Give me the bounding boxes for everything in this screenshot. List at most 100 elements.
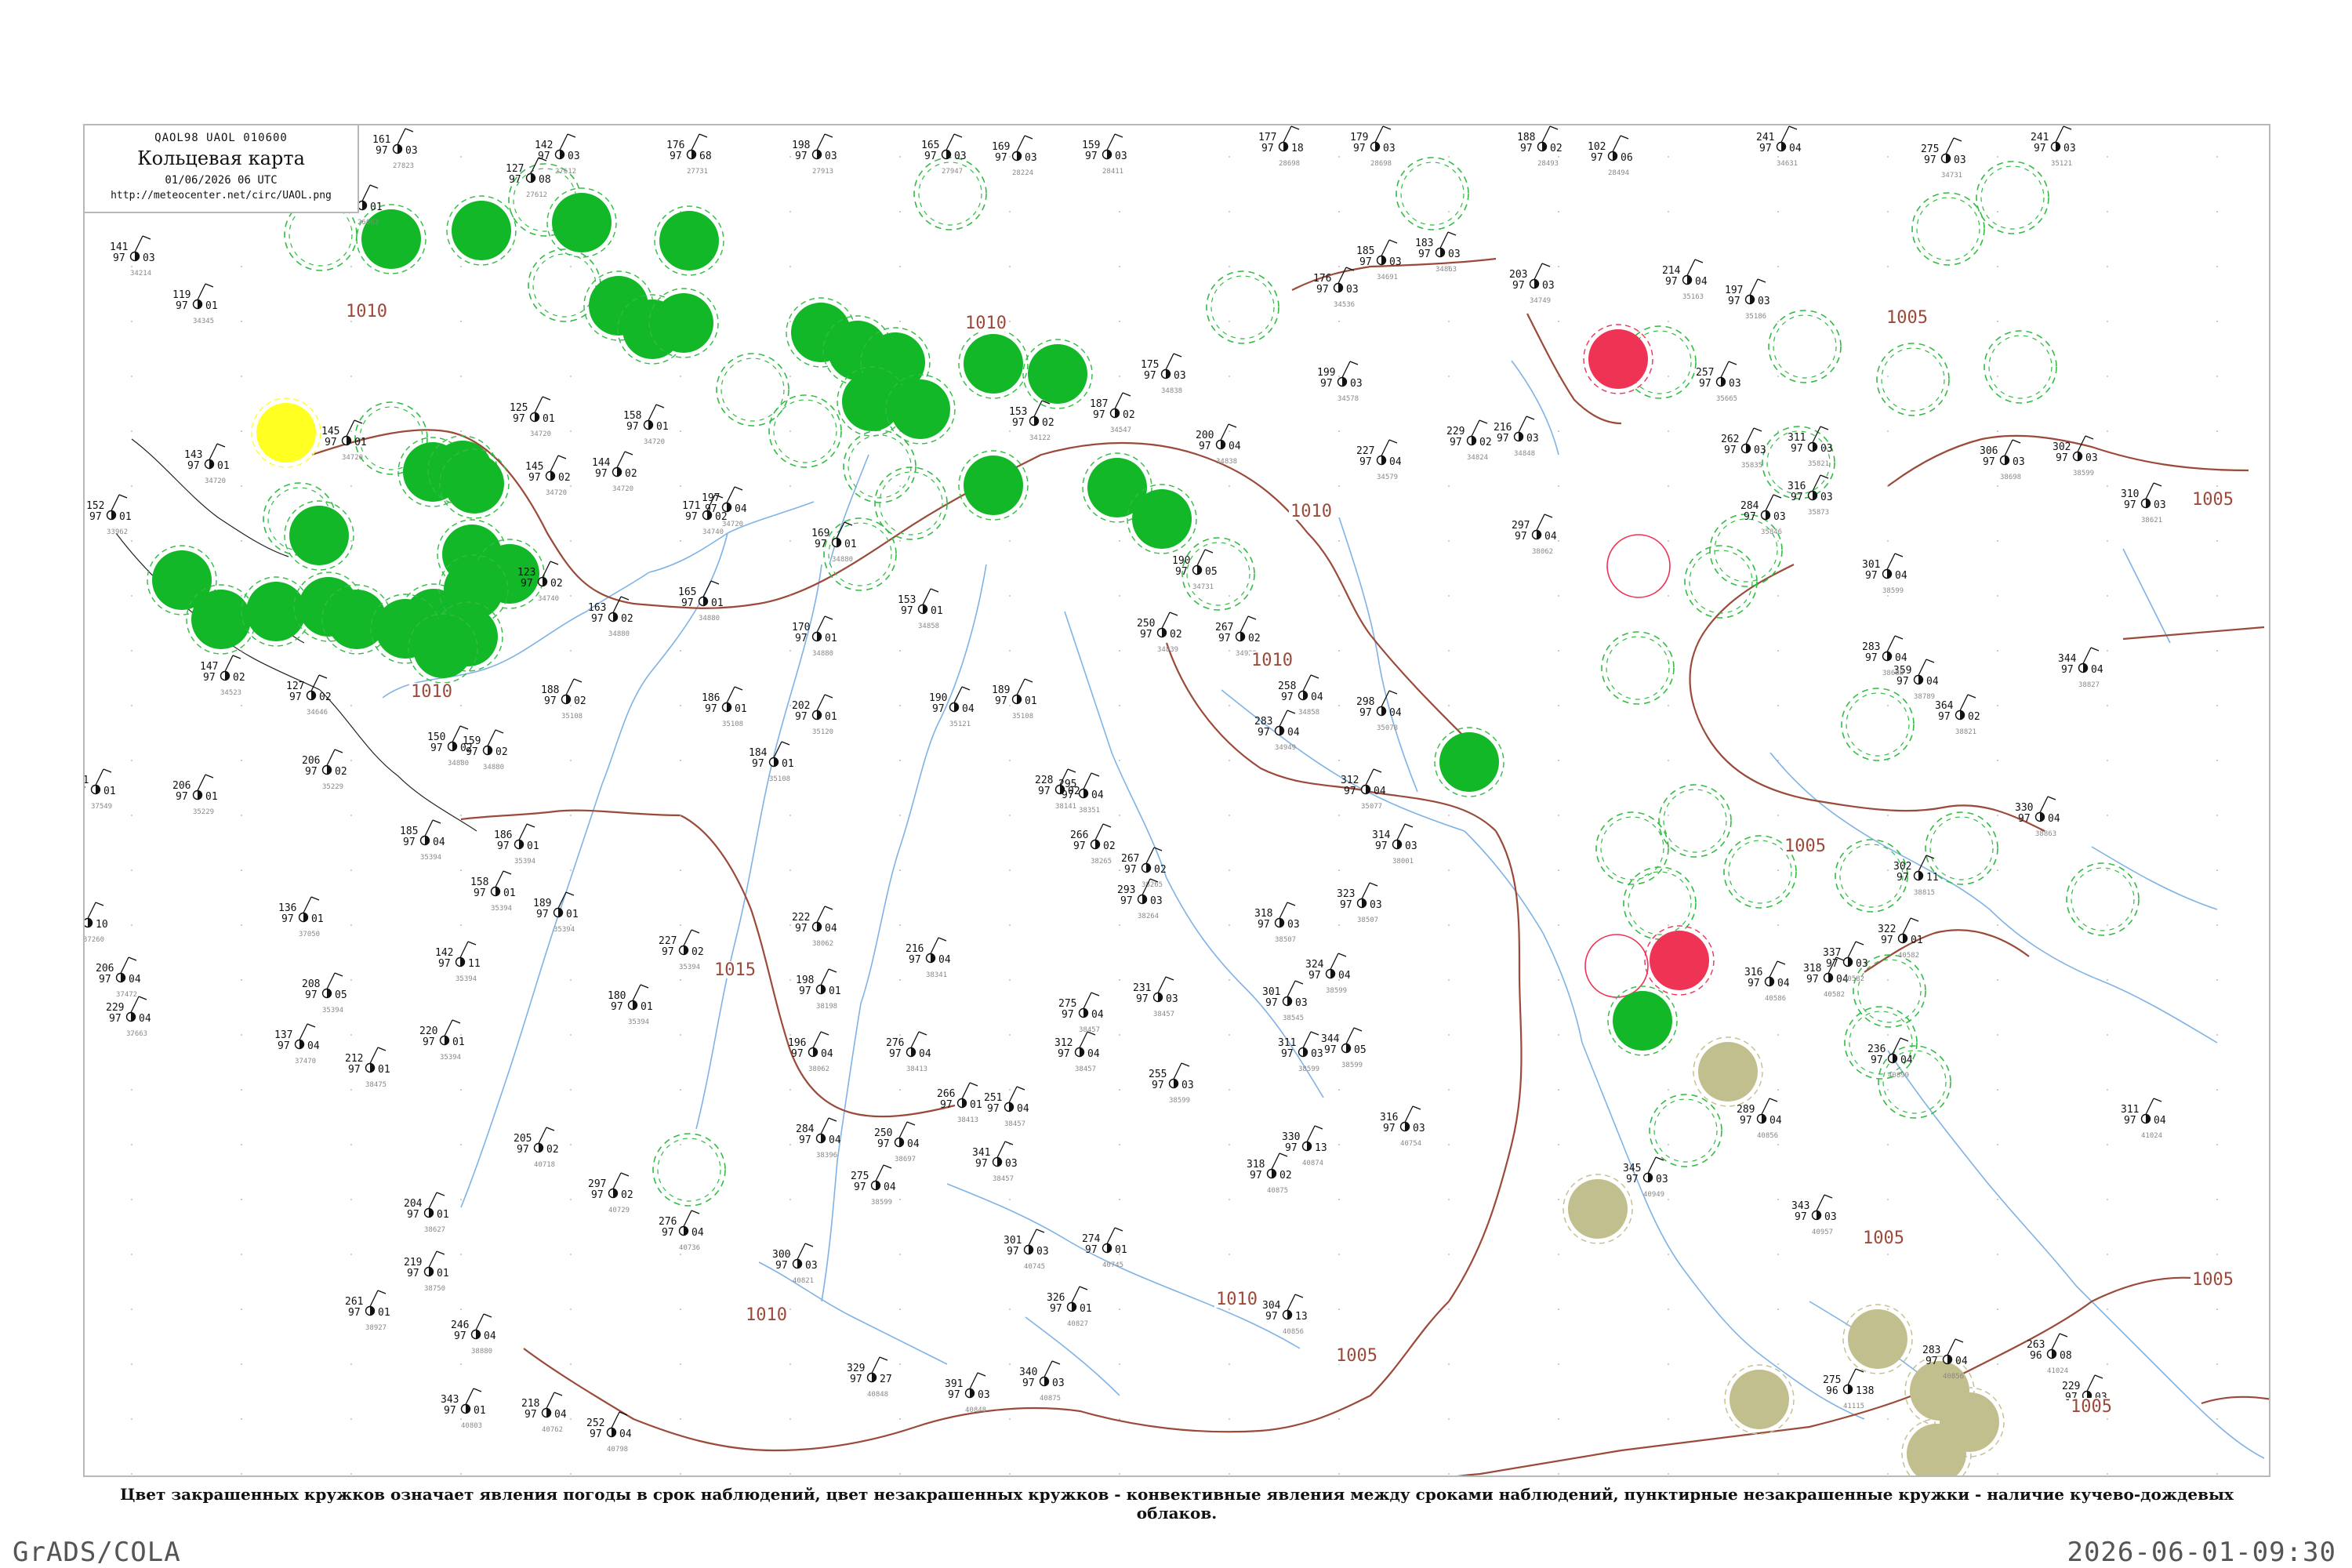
wind-barb xyxy=(326,749,336,766)
precip-weather-circle xyxy=(891,379,950,439)
grid-dot xyxy=(1997,1089,1998,1091)
wind-barb xyxy=(1173,1062,1182,1080)
station-index: 34824 xyxy=(1467,454,1488,462)
grid-dot xyxy=(2107,650,2108,652)
wind-barb-feather xyxy=(2085,435,2094,440)
grid-dot xyxy=(899,1473,901,1475)
station-plot: 15997 0328411 xyxy=(1082,133,1127,176)
grid-dot xyxy=(1229,1144,1230,1145)
station-value-1: 190 xyxy=(1172,555,1190,567)
wind-barb-feather xyxy=(1773,494,1782,499)
grid-dot xyxy=(2107,211,2108,212)
river xyxy=(1025,1316,1120,1396)
grid-dot xyxy=(1119,979,1120,981)
grid-dot xyxy=(1009,705,1011,706)
grid-dot xyxy=(1338,266,1340,267)
wind-barb xyxy=(346,419,355,437)
wind-barb xyxy=(1396,823,1406,840)
grid-dot xyxy=(1668,1254,1669,1255)
station-value-1: 203 xyxy=(1509,269,1527,281)
station-value-3: 01 xyxy=(566,909,579,920)
isobar xyxy=(523,1348,775,1452)
legend-caption: Цвет закрашенных кружков означает явлени… xyxy=(120,1485,2234,1523)
station-index: 40754 xyxy=(1400,1140,1421,1148)
station-value-3: 13 xyxy=(1295,1311,1308,1323)
grid-dot xyxy=(1997,1144,1998,1145)
station-value-3: 03 xyxy=(1758,296,1770,307)
station-index: 38507 xyxy=(1357,916,1378,924)
cb-circle xyxy=(1976,161,2049,234)
station-value-2: 97 xyxy=(1791,443,1803,455)
station-value-2: 97 xyxy=(1865,652,1878,664)
wind-barb-feather xyxy=(1388,690,1398,695)
isobar xyxy=(774,1406,1261,1452)
station-index: 35121 xyxy=(2051,160,2072,168)
wind-barb xyxy=(2082,647,2092,664)
station-index: 34523 xyxy=(220,689,241,697)
grid-dot xyxy=(1229,979,1230,981)
wind-barb xyxy=(1083,772,1092,789)
isobar-label: 1005 xyxy=(2071,1397,2112,1417)
grid-dot xyxy=(1668,376,1669,377)
grid-dot xyxy=(1777,430,1779,432)
grid-dot xyxy=(241,485,242,487)
station-value-2: 97 xyxy=(348,1307,361,1319)
grid-dot xyxy=(1668,430,1669,432)
grid-dot xyxy=(1448,1144,1450,1145)
wind-barb-feather xyxy=(452,1019,461,1024)
grid-dot xyxy=(570,1254,572,1255)
isobar-label: 1005 xyxy=(2192,490,2234,510)
cb-circle xyxy=(1601,631,1675,705)
wind-barb-feather xyxy=(2090,647,2100,652)
wind-barb-feather xyxy=(1310,1031,1319,1036)
grid-dot xyxy=(1997,760,1998,761)
station-plot: 14297 0327612 xyxy=(535,133,580,176)
station-plot: 20597 0240718 xyxy=(514,1127,559,1169)
station-value-3: 03 xyxy=(1656,1174,1668,1185)
grid-dot xyxy=(789,156,791,158)
grid-dot xyxy=(1229,156,1230,158)
station-value-3: 02 xyxy=(495,746,508,758)
station-value-3: 04 xyxy=(433,837,445,848)
station-value-3: 03 xyxy=(1181,1080,1194,1091)
station-value-3: 03 xyxy=(1389,256,1402,268)
grid-dot xyxy=(1777,1473,1779,1475)
wind-barb-feather xyxy=(2153,482,2162,487)
station-plot: 25597 0338599 xyxy=(1149,1062,1194,1105)
station-plot: 31297 0435077 xyxy=(1341,768,1386,811)
grid-dot xyxy=(789,869,791,871)
grid-dot xyxy=(1338,760,1340,761)
station-value-1: 316 xyxy=(1788,481,1806,492)
station-index: 34848 xyxy=(1514,450,1535,458)
river xyxy=(946,1183,1183,1294)
wind-barb-feather xyxy=(1310,674,1319,679)
station-value-1: 343 xyxy=(1791,1200,1809,1212)
wind-barb-feather xyxy=(459,725,469,730)
station-index: 40856 xyxy=(1943,1373,1964,1381)
grid-dot xyxy=(1229,1363,1230,1365)
station-value-1: 216 xyxy=(906,943,924,955)
station-value-3: 04 xyxy=(1389,707,1402,719)
wind-barb-feather xyxy=(2059,1333,2068,1338)
wind-barb-feather xyxy=(1114,1227,1123,1232)
grid-dot xyxy=(460,376,462,377)
station-index: 38821 xyxy=(1955,728,1976,736)
grid-dot xyxy=(1558,540,1559,542)
station-value-3: 138 xyxy=(1856,1385,1874,1397)
station-index: 38141 xyxy=(1055,803,1076,811)
station-value-1: 326 xyxy=(1047,1292,1065,1304)
grid-dot xyxy=(131,485,132,487)
station-value-3: 04 xyxy=(1311,691,1323,703)
station-value-2: 97 xyxy=(1748,978,1760,989)
wind-barb xyxy=(1541,125,1551,143)
station-plot: 34597 0340949 xyxy=(1623,1156,1668,1199)
wind-barb xyxy=(1612,135,1621,152)
grid-dot xyxy=(1997,595,1998,597)
station-index: 40827 xyxy=(1067,1320,1088,1328)
grid-dot xyxy=(570,1363,572,1365)
grid-dot xyxy=(1119,705,1120,706)
grid-dot xyxy=(570,540,572,542)
grid-dot xyxy=(570,376,572,377)
station-index: 40875 xyxy=(1267,1187,1288,1195)
station-value-3: 02 xyxy=(558,472,571,484)
